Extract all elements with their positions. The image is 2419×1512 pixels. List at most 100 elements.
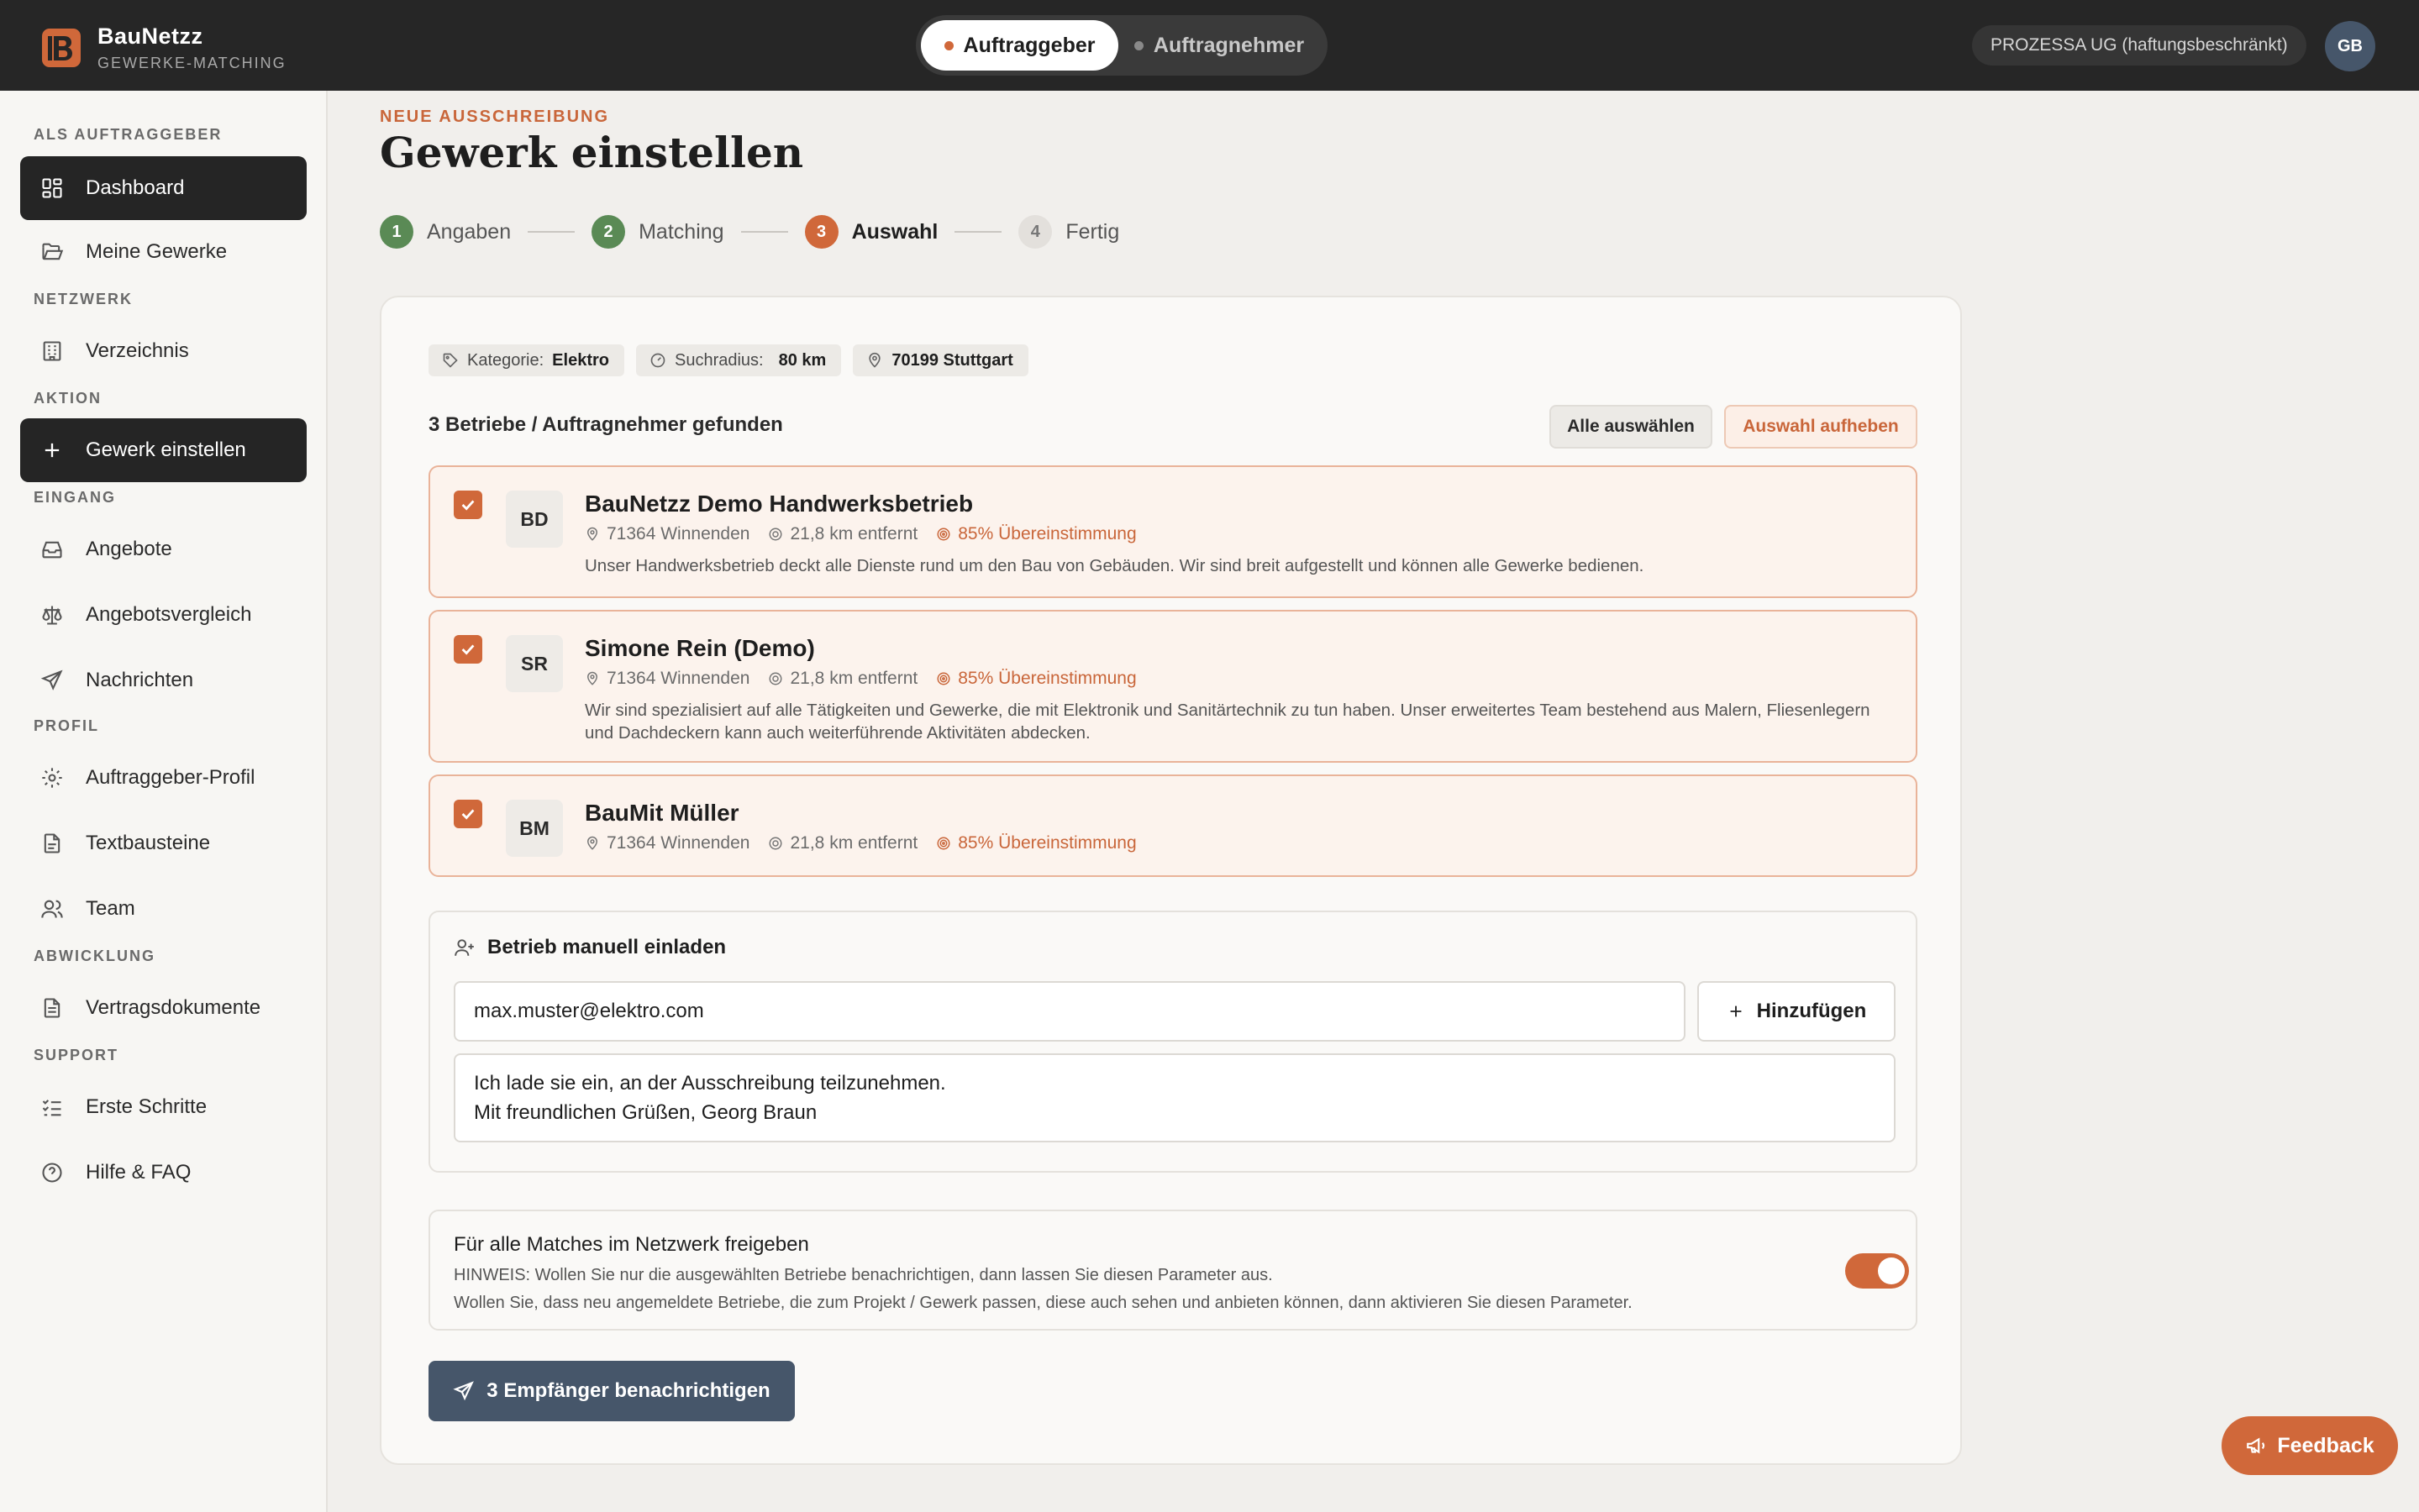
match-text: 85% Übereinstimmung <box>958 524 1137 543</box>
users-icon <box>41 900 63 918</box>
distance-text: 21,8 km entfernt <box>790 669 918 688</box>
step-label: Fertig <box>1065 219 1120 244</box>
match-text: 85% Übereinstimmung <box>958 669 1137 688</box>
sidebar-item-label: Textbausteine <box>86 832 211 854</box>
location-text: 71364 Winnenden <box>607 833 750 853</box>
sidebar-item-dashboard[interactable]: Dashboard <box>20 156 307 220</box>
plus-icon <box>1730 1005 1742 1017</box>
sidebar-item-label: Verzeichnis <box>86 339 189 362</box>
company-description: Unser Handwerksbetrieb deckt alle Dienst… <box>585 556 1644 575</box>
company-match: 85% Übereinstimmung <box>936 524 1137 544</box>
results-count: 3 Betriebe / Auftragnehmer gefunden <box>429 413 783 436</box>
company-location: 71364 Winnenden <box>585 524 749 544</box>
map-pin-icon <box>586 671 598 685</box>
distance-icon <box>769 528 782 541</box>
sidebar-item-erste-schritte[interactable]: Erste Schritte <box>20 1075 307 1139</box>
sidebar-item-verzeichnis[interactable]: Verzeichnis <box>20 319 307 383</box>
user-avatar[interactable]: GB <box>2325 21 2375 71</box>
sidebar-item-label: Nachrichten <box>86 669 194 691</box>
company-distance: 21,8 km entfernt <box>768 833 918 853</box>
sidebar-item-label: Dashboard <box>86 176 185 199</box>
plus-icon <box>45 443 60 458</box>
add-invite-button[interactable]: Hinzufügen <box>1697 981 1896 1042</box>
company-checkbox[interactable] <box>454 491 482 519</box>
feedback-label: Feedback <box>2277 1433 2374 1457</box>
company-card[interactable]: SR Simone Rein (Demo) 71364 Winnenden 21… <box>429 610 1917 763</box>
radius-chip: Suchradius: 80 km <box>635 344 842 376</box>
sidebar-item-label: Auftraggeber-Profil <box>86 766 255 789</box>
company-name: Simone Rein (Demo) <box>585 635 815 661</box>
select-all-button[interactable]: Alle auswählen <box>1549 405 1712 449</box>
role-toggle: Auftraggeber Auftragnehmer <box>916 15 1328 76</box>
company-selector[interactable]: PROZESSA UG (haftungsbeschränkt) <box>1972 25 2306 66</box>
manual-invite-box: Betrieb manuell einladen Hinzufügen Ich … <box>429 911 1917 1173</box>
share-toggle[interactable] <box>1845 1253 1909 1289</box>
sidebar-item-vertragsdokumente[interactable]: Vertragsdokumente <box>20 976 307 1040</box>
location-value: 70199 Stuttgart <box>891 350 1013 370</box>
network-share-box: Für alle Matches im Netzwerk freigeben H… <box>429 1210 1917 1331</box>
sidebar-item-nachrichten[interactable]: Nachrichten <box>20 648 307 712</box>
location-text: 71364 Winnenden <box>607 669 750 688</box>
company-match: 85% Übereinstimmung <box>936 669 1137 689</box>
check-icon <box>461 809 475 820</box>
company-location: 71364 Winnenden <box>585 833 749 853</box>
company-card[interactable]: BD BauNetzz Demo Handwerksbetrieb 71364 … <box>429 465 1917 598</box>
feedback-button[interactable]: Feedback <box>2222 1416 2398 1475</box>
role-auftragnehmer-button[interactable]: Auftragnehmer <box>1118 20 1320 71</box>
target-icon <box>937 672 950 685</box>
clear-selection-button[interactable]: Auswahl aufheben <box>1724 405 1917 449</box>
invite-title-text: Betrieb manuell einladen <box>487 936 727 958</box>
company-card[interactable]: BM BauMit Müller 71364 Winnenden 21,8 km… <box>429 774 1917 877</box>
sidebar-item-label: Vertragsdokumente <box>86 996 261 1019</box>
target-icon <box>937 528 950 541</box>
folder-open-icon <box>42 243 64 260</box>
category-value: Elektro <box>552 350 609 370</box>
top-bar: BauNetzz GEWERKE-MATCHING Auftraggeber A… <box>0 0 2419 91</box>
step-auswahl[interactable]: 3 Auswahl <box>804 215 938 249</box>
company-checkbox[interactable] <box>454 635 482 664</box>
sidebar-item-meine-gewerke[interactable]: Meine Gewerke <box>20 220 307 284</box>
sidebar-item-angebote[interactable]: Angebote <box>20 517 307 581</box>
send-icon <box>40 669 63 690</box>
company-description: Wir sind spezialisiert auf alle Tätigkei… <box>585 701 1870 743</box>
match-text: 85% Übereinstimmung <box>958 833 1137 853</box>
step-number: 1 <box>380 215 413 249</box>
sidebar-item-angebotsvergleich[interactable]: Angebotsvergleich <box>20 583 307 647</box>
invite-message-textarea[interactable]: Ich lade sie ein, an der Ausschreibung t… <box>454 1053 1896 1142</box>
brand[interactable]: BauNetzz GEWERKE-MATCHING <box>40 24 287 72</box>
sidebar-section-abwicklung: ABWICKLUNG <box>34 948 155 964</box>
check-icon <box>461 644 475 655</box>
distance-text: 21,8 km entfernt <box>790 524 918 543</box>
step-angaben[interactable]: 1 Angaben <box>380 215 511 249</box>
step-label: Angaben <box>427 219 512 244</box>
sidebar-item-auftraggeber-profil[interactable]: Auftraggeber-Profil <box>20 746 307 810</box>
company-initials: SR <box>506 635 563 692</box>
radius-value: 80 km <box>778 350 827 370</box>
sidebar-item-team[interactable]: Team <box>20 877 307 941</box>
scale-icon <box>42 606 62 625</box>
stepper: 1 Angaben 2 Matching 3 Auswahl 4 Fertig <box>380 215 1119 249</box>
sidebar-item-textbausteine[interactable]: Textbausteine <box>20 811 307 875</box>
invite-title: Betrieb manuell einladen <box>454 936 726 959</box>
invite-email-input[interactable] <box>454 981 1685 1042</box>
tag-icon <box>443 353 458 368</box>
selection-card: Kategorie: Elektro Suchradius: 80 km 701… <box>380 296 1962 1465</box>
role-auftraggeber-button[interactable]: Auftraggeber <box>921 20 1118 71</box>
step-number: 2 <box>592 215 626 249</box>
step-matching[interactable]: 2 Matching <box>592 215 724 249</box>
sidebar-section-support: SUPPORT <box>34 1047 119 1063</box>
category-chip: Kategorie: Elektro <box>429 344 624 376</box>
notify-recipients-label: 3 Empfänger benachrichtigen <box>486 1379 770 1402</box>
radius-label: Suchradius: <box>674 350 764 370</box>
map-pin-icon <box>586 836 598 850</box>
step-fertig: 4 Fertig <box>1018 215 1119 249</box>
company-checkbox[interactable] <box>454 800 482 828</box>
role-auftragnehmer-label: Auftragnehmer <box>1153 33 1305 57</box>
sidebar-item-hilfe[interactable]: Hilfe & FAQ <box>20 1141 307 1205</box>
contract-icon <box>44 998 60 1018</box>
sidebar-item-label: Hilfe & FAQ <box>86 1161 192 1184</box>
company-name: BauNetzz Demo Handwerksbetrieb <box>585 491 974 517</box>
company-meta: 71364 Winnenden 21,8 km entfernt 85% Übe… <box>585 524 1137 544</box>
notify-recipients-button[interactable]: 3 Empfänger benachrichtigen <box>429 1361 795 1421</box>
sidebar-item-gewerk-einstellen[interactable]: Gewerk einstellen <box>20 418 307 482</box>
